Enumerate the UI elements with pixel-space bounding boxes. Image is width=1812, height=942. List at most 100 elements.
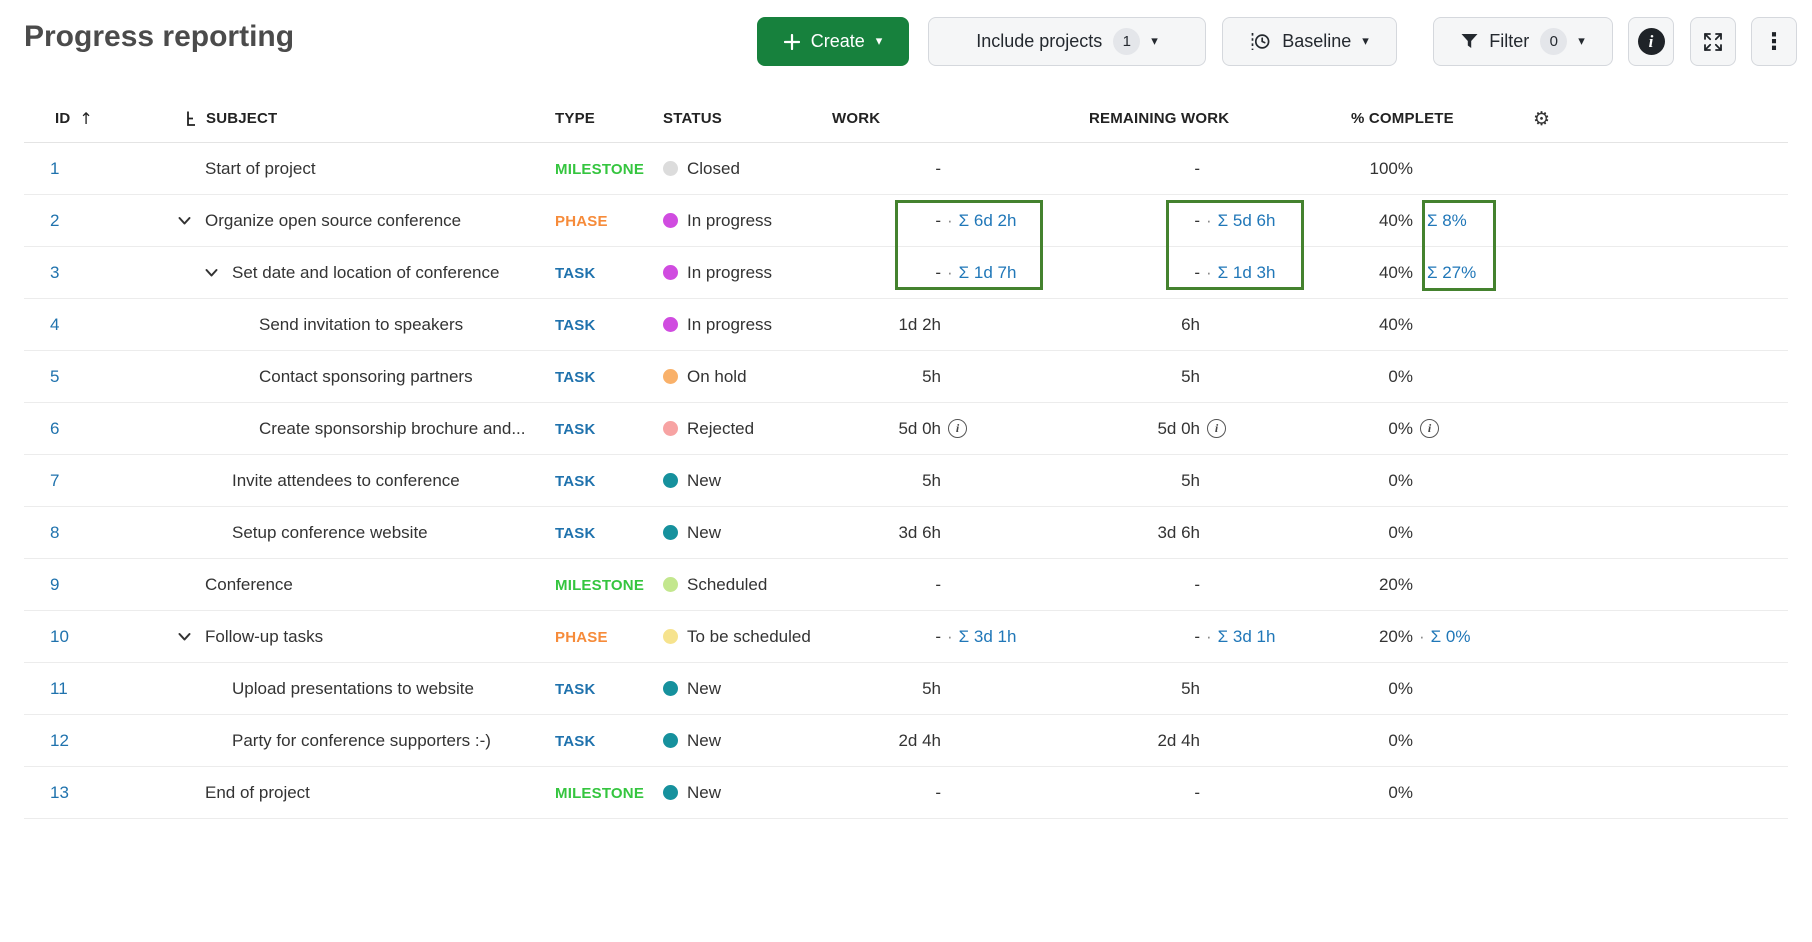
- percent-value[interactable]: 0%: [1310, 367, 1413, 387]
- column-header-status[interactable]: STATUS: [660, 110, 830, 127]
- work-package-subject[interactable]: Contact sponsoring partners: [259, 367, 473, 387]
- percent-value[interactable]: 100%: [1310, 159, 1413, 179]
- work-value[interactable]: -: [830, 159, 941, 179]
- collapse-chevron-icon[interactable]: [178, 216, 191, 225]
- create-button[interactable]: Create ▾: [757, 17, 909, 66]
- collapse-chevron-icon[interactable]: [178, 632, 191, 641]
- column-header-id[interactable]: ID ↑: [24, 109, 130, 128]
- percent-value[interactable]: 0%: [1310, 523, 1413, 543]
- remaining-value[interactable]: -: [1045, 783, 1200, 803]
- info-icon[interactable]: i: [1207, 419, 1226, 438]
- status-label[interactable]: In progress: [687, 315, 772, 335]
- work-package-subject[interactable]: Send invitation to speakers: [259, 315, 463, 335]
- work-package-id-link[interactable]: 8: [50, 523, 59, 542]
- status-label[interactable]: In progress: [687, 263, 772, 283]
- type-label[interactable]: TASK: [555, 421, 596, 438]
- type-label[interactable]: MILESTONE: [555, 577, 644, 594]
- work-package-id-link[interactable]: 12: [50, 731, 69, 750]
- percent-value[interactable]: 20%: [1310, 627, 1413, 647]
- work-package-subject[interactable]: Party for conference supporters :-): [232, 731, 491, 751]
- filter-button[interactable]: Filter 0 ▾: [1433, 17, 1613, 66]
- status-label[interactable]: In progress: [687, 211, 772, 231]
- percent-value[interactable]: 40%: [1310, 315, 1413, 335]
- work-value[interactable]: -: [830, 627, 941, 647]
- status-label[interactable]: To be scheduled: [687, 627, 811, 647]
- percent-value[interactable]: 0%: [1310, 471, 1413, 491]
- column-header-subject[interactable]: SUBJECT: [130, 110, 545, 127]
- work-package-subject[interactable]: Conference: [205, 575, 293, 595]
- percent-value[interactable]: 0%: [1310, 783, 1413, 803]
- type-label[interactable]: MILESTONE: [555, 161, 644, 178]
- column-header-work[interactable]: WORK: [830, 110, 1045, 127]
- type-label[interactable]: TASK: [555, 681, 596, 698]
- info-button[interactable]: i: [1628, 17, 1674, 66]
- type-label[interactable]: PHASE: [555, 629, 608, 646]
- remaining-value[interactable]: 3d 6h: [1045, 523, 1200, 543]
- type-label[interactable]: TASK: [555, 317, 596, 334]
- work-package-id-link[interactable]: 6: [50, 419, 59, 438]
- column-header-remaining-work[interactable]: REMAINING WORK: [1045, 110, 1310, 127]
- type-label[interactable]: TASK: [555, 265, 596, 282]
- percent-value[interactable]: 40%: [1310, 211, 1413, 231]
- percent-value[interactable]: 0%: [1310, 679, 1413, 699]
- work-package-id-link[interactable]: 11: [50, 679, 68, 698]
- type-label[interactable]: TASK: [555, 525, 596, 542]
- status-label[interactable]: New: [687, 523, 721, 543]
- work-value[interactable]: 5h: [830, 471, 941, 491]
- work-value[interactable]: 5d 0h: [830, 419, 941, 439]
- work-value[interactable]: 1d 2h: [830, 315, 941, 335]
- hierarchy-icon[interactable]: [185, 111, 198, 126]
- remaining-value[interactable]: 2d 4h: [1045, 731, 1200, 751]
- include-projects-button[interactable]: Include projects 1 ▾: [928, 17, 1206, 66]
- status-label[interactable]: New: [687, 471, 721, 491]
- remaining-value[interactable]: 6h: [1045, 315, 1200, 335]
- work-package-subject[interactable]: Set date and location of conference: [232, 263, 499, 283]
- status-label[interactable]: Closed: [687, 159, 740, 179]
- type-label[interactable]: PHASE: [555, 213, 608, 230]
- collapse-chevron-icon[interactable]: [205, 268, 218, 277]
- work-package-subject[interactable]: Invite attendees to conference: [232, 471, 460, 491]
- type-label[interactable]: TASK: [555, 733, 596, 750]
- type-label[interactable]: MILESTONE: [555, 785, 644, 802]
- work-package-subject[interactable]: End of project: [205, 783, 310, 803]
- status-label[interactable]: Scheduled: [687, 575, 767, 595]
- work-value[interactable]: 2d 4h: [830, 731, 941, 751]
- work-package-id-link[interactable]: 10: [50, 627, 69, 646]
- work-package-id-link[interactable]: 13: [50, 783, 69, 802]
- percent-value[interactable]: 0%: [1310, 731, 1413, 751]
- remaining-value[interactable]: -: [1045, 211, 1200, 231]
- status-label[interactable]: New: [687, 731, 721, 751]
- work-package-subject[interactable]: Start of project: [205, 159, 316, 179]
- percent-value[interactable]: 0%: [1310, 419, 1413, 439]
- work-package-subject[interactable]: Create sponsorship brochure and...: [259, 419, 526, 439]
- work-value[interactable]: -: [830, 783, 941, 803]
- work-package-subject[interactable]: Setup conference website: [232, 523, 428, 543]
- work-value[interactable]: -: [830, 575, 941, 595]
- remaining-value[interactable]: 5h: [1045, 471, 1200, 491]
- info-icon[interactable]: i: [948, 419, 967, 438]
- work-package-id-link[interactable]: 2: [50, 211, 59, 230]
- status-label[interactable]: New: [687, 679, 721, 699]
- work-package-subject[interactable]: Organize open source conference: [205, 211, 461, 231]
- remaining-value[interactable]: 5h: [1045, 679, 1200, 699]
- column-header-percent-complete[interactable]: % COMPLETE: [1310, 110, 1525, 127]
- work-package-id-link[interactable]: 1: [50, 159, 59, 178]
- work-package-id-link[interactable]: 7: [50, 471, 59, 490]
- remaining-value[interactable]: -: [1045, 159, 1200, 179]
- work-value[interactable]: -: [830, 211, 941, 231]
- type-label[interactable]: TASK: [555, 369, 596, 386]
- status-label[interactable]: On hold: [687, 367, 747, 387]
- work-package-id-link[interactable]: 4: [50, 315, 59, 334]
- more-options-button[interactable]: ⋮: [1751, 17, 1797, 66]
- remaining-value[interactable]: -: [1045, 575, 1200, 595]
- remaining-value[interactable]: 5d 0h: [1045, 419, 1200, 439]
- work-package-id-link[interactable]: 9: [50, 575, 59, 594]
- work-package-subject[interactable]: Follow-up tasks: [205, 627, 323, 647]
- status-label[interactable]: New: [687, 783, 721, 803]
- status-label[interactable]: Rejected: [687, 419, 754, 439]
- work-value[interactable]: 5h: [830, 679, 941, 699]
- work-value[interactable]: 5h: [830, 367, 941, 387]
- percent-value[interactable]: 40%: [1310, 263, 1413, 283]
- remaining-value[interactable]: -: [1045, 627, 1200, 647]
- type-label[interactable]: TASK: [555, 473, 596, 490]
